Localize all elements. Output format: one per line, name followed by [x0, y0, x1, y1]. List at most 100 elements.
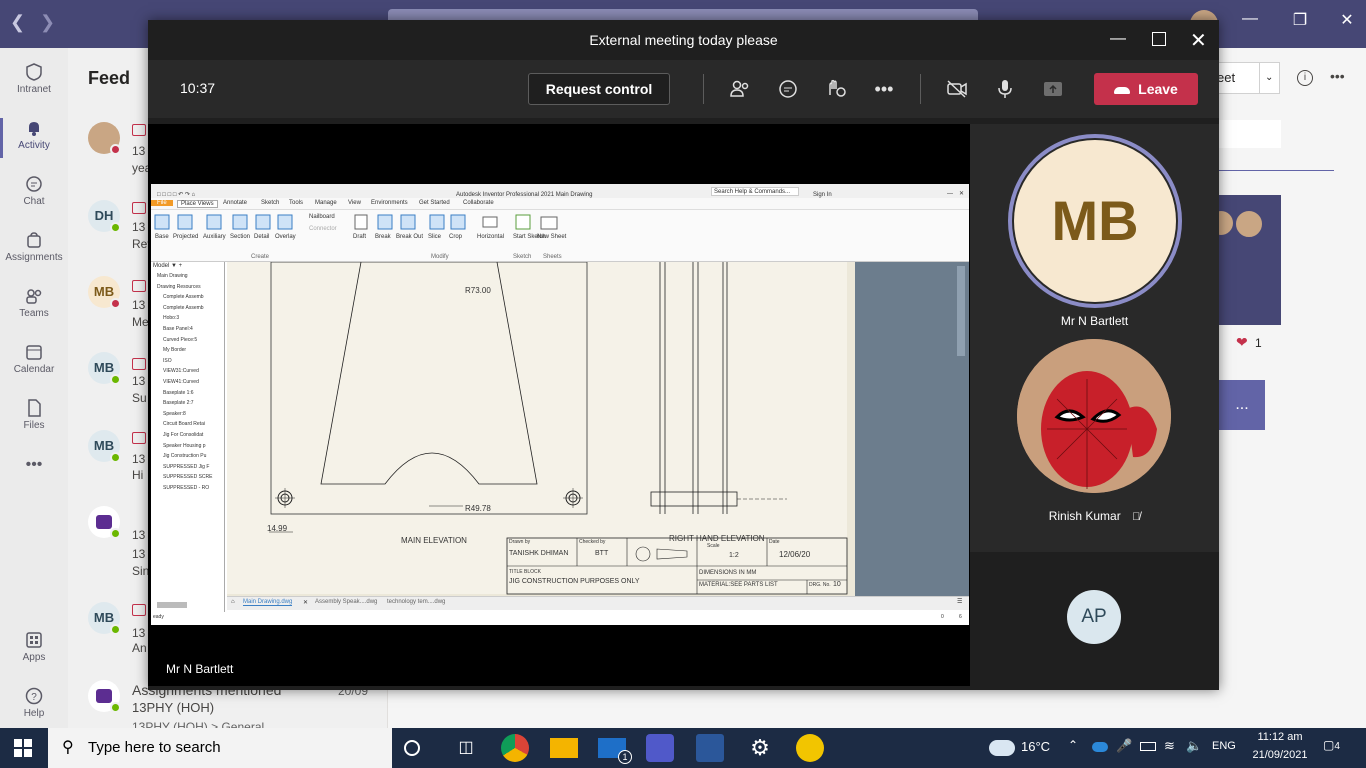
tab-sketch[interactable]: Sketch: [261, 200, 279, 206]
microphone-icon[interactable]: 🎤: [1116, 738, 1132, 754]
tab-place-views[interactable]: Place Views: [177, 200, 218, 208]
rail-item-calendar[interactable]: Calendar: [0, 336, 68, 392]
model-tree-item[interactable]: VIEW41:Curved: [163, 379, 199, 385]
cortana-icon[interactable]: [404, 740, 420, 756]
ribbon-button-auxiliary[interactable]: Auxiliary: [203, 234, 226, 240]
feed-item-line[interactable]: 13: [132, 144, 145, 158]
language-indicator[interactable]: ENG: [1212, 740, 1236, 752]
model-tree-item[interactable]: Base Panel:4: [163, 326, 193, 332]
navigation-bar[interactable]: [957, 266, 965, 356]
rail-item-assignments[interactable]: Assignments: [0, 224, 68, 280]
model-tree-item[interactable]: SUPPRESSED SCRE: [163, 474, 212, 480]
tab-manage[interactable]: Manage: [315, 200, 337, 206]
rail-item-chat[interactable]: Chat: [0, 168, 68, 224]
model-tree-item[interactable]: Circuit Board Retai: [163, 421, 205, 427]
ribbon-button-break[interactable]: Break: [375, 234, 391, 240]
feed-item-line[interactable]: 13: [132, 298, 145, 312]
minimize-icon[interactable]: —: [1238, 10, 1262, 28]
back-arrow-icon[interactable]: ❮: [10, 12, 30, 36]
request-control-button[interactable]: Request control: [528, 73, 670, 105]
temperature[interactable]: 16°C: [1021, 739, 1050, 754]
maximize-icon[interactable]: ❐: [1288, 10, 1312, 30]
tab-tools[interactable]: Tools: [289, 200, 303, 206]
forward-arrow-icon[interactable]: ❯: [40, 12, 60, 36]
minimize-icon[interactable]: —: [1110, 30, 1126, 48]
rail-item-apps[interactable]: Apps: [0, 624, 68, 680]
model-tree-item[interactable]: Jig Construction Pu: [163, 453, 206, 459]
feed-item-line[interactable]: 13: [132, 528, 145, 542]
close-icon[interactable]: ✕: [303, 599, 308, 606]
model-tree-item[interactable]: Speaker Housing p: [163, 443, 206, 449]
tab-view[interactable]: View: [348, 200, 361, 206]
home-icon[interactable]: ⌂: [231, 599, 235, 605]
feed-item-line[interactable]: 13: [132, 452, 145, 466]
feed-item-line[interactable]: 13: [132, 374, 145, 388]
view-label[interactable]: RIGHT HAND ELEVATION: [669, 534, 765, 543]
dimension-label[interactable]: R73.00: [465, 286, 491, 295]
settings-icon[interactable]: ⚙: [746, 734, 774, 762]
windows-start-icon[interactable]: [14, 739, 32, 757]
mail-icon[interactable]: 1: [598, 738, 632, 764]
maximize-icon[interactable]: [1152, 32, 1166, 46]
help-search-input[interactable]: Search Help & Commands...: [711, 187, 799, 196]
close-icon[interactable]: ✕: [1190, 28, 1207, 53]
clock-date[interactable]: 21/09/2021: [1246, 749, 1314, 761]
model-tree-item[interactable]: Complete Assemb: [163, 305, 204, 311]
model-tree-item[interactable]: Main Drawing: [157, 273, 188, 279]
rail-item-intranet[interactable]: Intranet: [0, 56, 68, 112]
feed-title[interactable]: Feed: [88, 68, 130, 89]
ribbon-button-crop[interactable]: Crop: [449, 234, 462, 240]
model-tree-item[interactable]: ISO: [163, 358, 172, 364]
more-options-icon[interactable]: •••: [1330, 68, 1345, 84]
heart-icon[interactable]: ❤: [1236, 334, 1248, 351]
chrome-icon[interactable]: [501, 734, 529, 762]
teams-taskbar-icon[interactable]: [646, 734, 674, 762]
taskbar-search-input[interactable]: ⚲ Type here to search: [48, 728, 392, 768]
more-icon[interactable]: •••: [872, 77, 896, 101]
model-tree-item[interactable]: Baseplate 1:6: [163, 390, 194, 396]
view-label[interactable]: MAIN ELEVATION: [401, 536, 467, 545]
model-tree-item[interactable]: Jig For Consolidat: [163, 432, 203, 438]
feed-item-line[interactable]: Hi: [132, 468, 143, 482]
chevron-down-icon[interactable]: ⌄: [1265, 63, 1273, 93]
feed-item-line[interactable]: 13: [132, 547, 145, 561]
feed-item-line[interactable]: 13: [132, 626, 145, 640]
menu-icon[interactable]: ☰: [957, 598, 962, 605]
leave-button[interactable]: Leave: [1094, 73, 1198, 105]
participants-icon[interactable]: [728, 77, 752, 101]
participant-avatar[interactable]: AP: [1067, 590, 1121, 644]
battery-icon[interactable]: [1140, 742, 1156, 751]
model-tree-item[interactable]: VIEW31:Curved: [163, 368, 199, 374]
tab-annotate[interactable]: Annotate: [223, 200, 247, 206]
rail-more-icon[interactable]: •••: [0, 456, 68, 512]
model-tree-item[interactable]: SUPPRESSED - RO: [163, 485, 209, 491]
feed-item-line[interactable]: An: [132, 641, 147, 655]
weather-cloud-icon[interactable]: [989, 740, 1015, 756]
drawing-canvas[interactable]: R73.00 R49.78 14.99 MAIN ELEVATION RIGHT…: [227, 262, 855, 596]
more-button[interactable]: ...: [1219, 380, 1265, 430]
reactions-icon[interactable]: [824, 77, 848, 101]
dimension-label[interactable]: 14.99: [267, 524, 287, 533]
ribbon-button-overlay[interactable]: Overlay: [275, 234, 296, 240]
notification-center-icon[interactable]: ▢4: [1323, 738, 1340, 752]
chat-icon[interactable]: [776, 77, 800, 101]
close-icon[interactable]: ✕: [1335, 10, 1359, 30]
feed-item-line[interactable]: Me: [132, 315, 149, 329]
rail-item-teams[interactable]: Teams: [0, 280, 68, 336]
volume-icon[interactable]: 🔈: [1186, 738, 1202, 754]
model-tree-item[interactable]: Baseplate 2:7: [163, 400, 194, 406]
feed-item-line[interactable]: 13: [132, 220, 145, 234]
file-explorer-icon[interactable]: [550, 738, 578, 758]
rail-item-activity[interactable]: Activity: [0, 112, 68, 168]
ribbon-button-break-out[interactable]: Break Out: [396, 234, 423, 240]
doc-tab[interactable]: technology tem....dwg: [387, 599, 445, 605]
doc-tab-active[interactable]: Main Drawing.dwg: [243, 599, 293, 606]
tab-get-started[interactable]: Get Started: [419, 200, 450, 206]
ribbon-button-base[interactable]: Base: [155, 234, 169, 240]
horizontal-scrollbar[interactable]: [157, 602, 187, 608]
rail-item-files[interactable]: Files: [0, 392, 68, 448]
tab-environments[interactable]: Environments: [371, 200, 408, 206]
microphone-icon[interactable]: [993, 77, 1017, 101]
ribbon-button-projected[interactable]: Projected: [173, 234, 198, 240]
ribbon-button-slice[interactable]: Slice: [428, 234, 441, 240]
